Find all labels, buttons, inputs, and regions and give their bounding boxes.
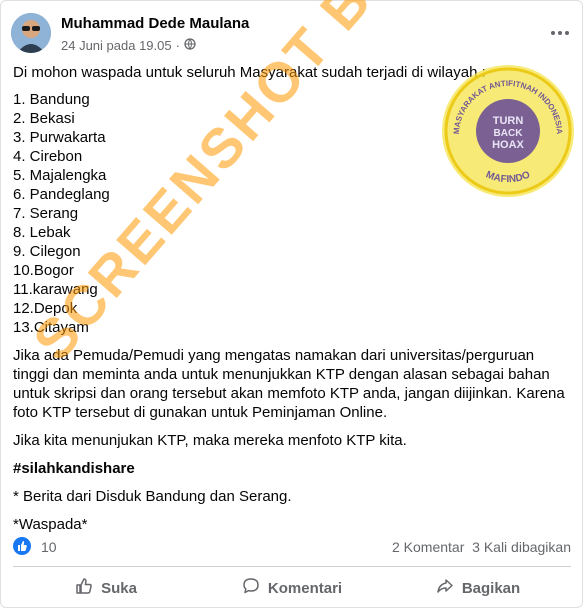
author-name[interactable]: Muhammad Dede Maulana	[61, 15, 249, 32]
mafindo-stamp: TURN BACK HOAX MASYARAKAT ANTIFITNAH IND…	[437, 60, 579, 202]
stats-right: 2 Komentar 3 Kali dibagikan	[392, 539, 571, 555]
like-icon	[75, 577, 93, 599]
comment-icon	[242, 577, 260, 599]
comment-count[interactable]: 2 Komentar	[392, 539, 464, 555]
share-count[interactable]: 3 Kali dibagikan	[472, 539, 571, 555]
avatar[interactable]	[11, 13, 51, 53]
svg-text:TURN: TURN	[493, 115, 524, 127]
comment-label: Komentari	[267, 579, 343, 597]
source-note: * Berita dari Disduk Bandung dan Serang.	[13, 488, 292, 505]
divider	[13, 566, 571, 567]
like-count[interactable]: 10	[41, 539, 57, 555]
comment-button[interactable]: Komentari	[199, 571, 385, 605]
share-icon	[436, 577, 454, 599]
list-item: 8. Lebak	[13, 224, 71, 241]
more-icon[interactable]	[550, 19, 570, 42]
closing-note: *Waspada*	[13, 516, 88, 533]
action-bar: Suka Komentari Bagikan	[13, 571, 571, 605]
warning-paragraph: Jika ada Pemuda/Pemudi yang mengatas nam…	[13, 347, 565, 421]
hashtag-link[interactable]: #silahkandishare	[13, 459, 573, 478]
post-meta: 24 Juni pada 19.05 ·	[61, 38, 196, 53]
globe-icon	[184, 38, 196, 53]
meta-separator: ·	[175, 38, 180, 53]
svg-text:HOAX: HOAX	[492, 139, 524, 151]
list-item: 7. Serang	[13, 205, 79, 222]
ktp-paragraph: Jika kita menunjukan KTP, maka mereka me…	[13, 432, 407, 449]
thumbs-up-icon[interactable]	[13, 537, 31, 555]
like-button[interactable]: Suka	[13, 571, 199, 605]
svg-text:BACK: BACK	[494, 128, 524, 139]
share-label: Bagikan	[461, 579, 521, 597]
post-stats: 10 2 Komentar 3 Kali dibagikan	[13, 537, 571, 557]
like-label: Suka	[101, 579, 137, 597]
post-date[interactable]: 24 Juni pada 19.05	[61, 38, 172, 53]
share-button[interactable]: Bagikan	[385, 571, 571, 605]
